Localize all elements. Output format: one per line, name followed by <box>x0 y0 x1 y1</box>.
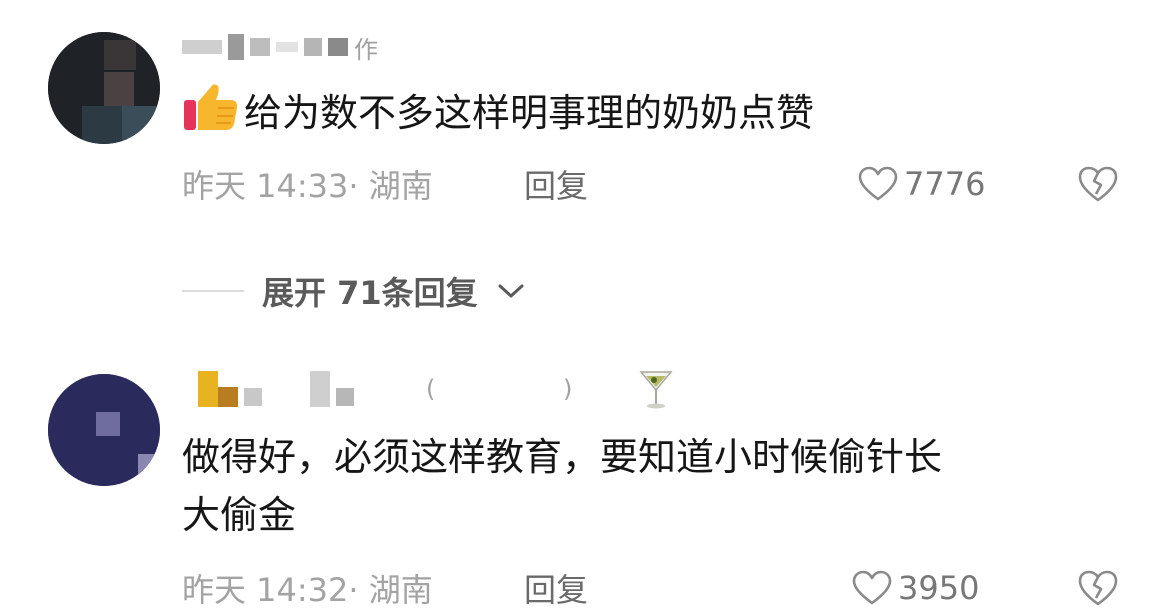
broken-heart-icon[interactable] <box>1076 162 1120 206</box>
expand-replies-label: 展开 71条回复 <box>262 274 478 312</box>
broken-heart-icon[interactable] <box>1076 566 1120 610</box>
reply-button[interactable]: 回复 <box>524 162 588 206</box>
like-count: 3950 <box>898 569 980 607</box>
username-suffix: 作 <box>354 35 378 64</box>
comment-text: 给为数不多这样明事理的奶奶点赞 <box>182 80 814 142</box>
username-suffix: ( ) <box>426 375 633 403</box>
divider <box>182 290 244 292</box>
like-button[interactable]: 3950 <box>852 566 979 610</box>
comment-time: 昨天 14:32 <box>182 571 349 609</box>
comment-location: · 湖南 <box>348 167 433 205</box>
comment-line: 大偷金 <box>182 493 297 537</box>
reply-button[interactable]: 回复 <box>524 566 588 610</box>
thumbs-up-icon <box>184 84 238 130</box>
username-blurred[interactable]: 作 <box>182 30 378 64</box>
avatar[interactable] <box>48 32 160 144</box>
chevron-down-icon <box>498 284 524 298</box>
comment-time: 昨天 14:33 <box>182 167 349 205</box>
comment-meta: 昨天 14:32 · 湖南 <box>182 566 433 610</box>
like-count: 7776 <box>904 165 986 203</box>
comment-line: 做得好，必须这样教育，要知道小时候偷针长 <box>182 435 943 479</box>
comment-body: 给为数不多这样明事理的奶奶点赞 <box>244 91 815 135</box>
expand-replies-button[interactable]: 展开 71条回复 <box>182 268 526 314</box>
heart-icon <box>852 570 892 605</box>
avatar[interactable] <box>48 374 160 486</box>
comment-text: 做得好，必须这样教育，要知道小时候偷针长 大偷金 <box>182 428 942 544</box>
like-button[interactable]: 7776 <box>858 162 985 206</box>
comment-meta: 昨天 14:33 · 湖南 <box>182 162 433 206</box>
cocktail-glass-icon <box>639 371 673 409</box>
comment-location: · 湖南 <box>348 571 433 609</box>
heart-icon <box>858 166 898 201</box>
username-blurred[interactable]: ( ) <box>198 371 674 409</box>
